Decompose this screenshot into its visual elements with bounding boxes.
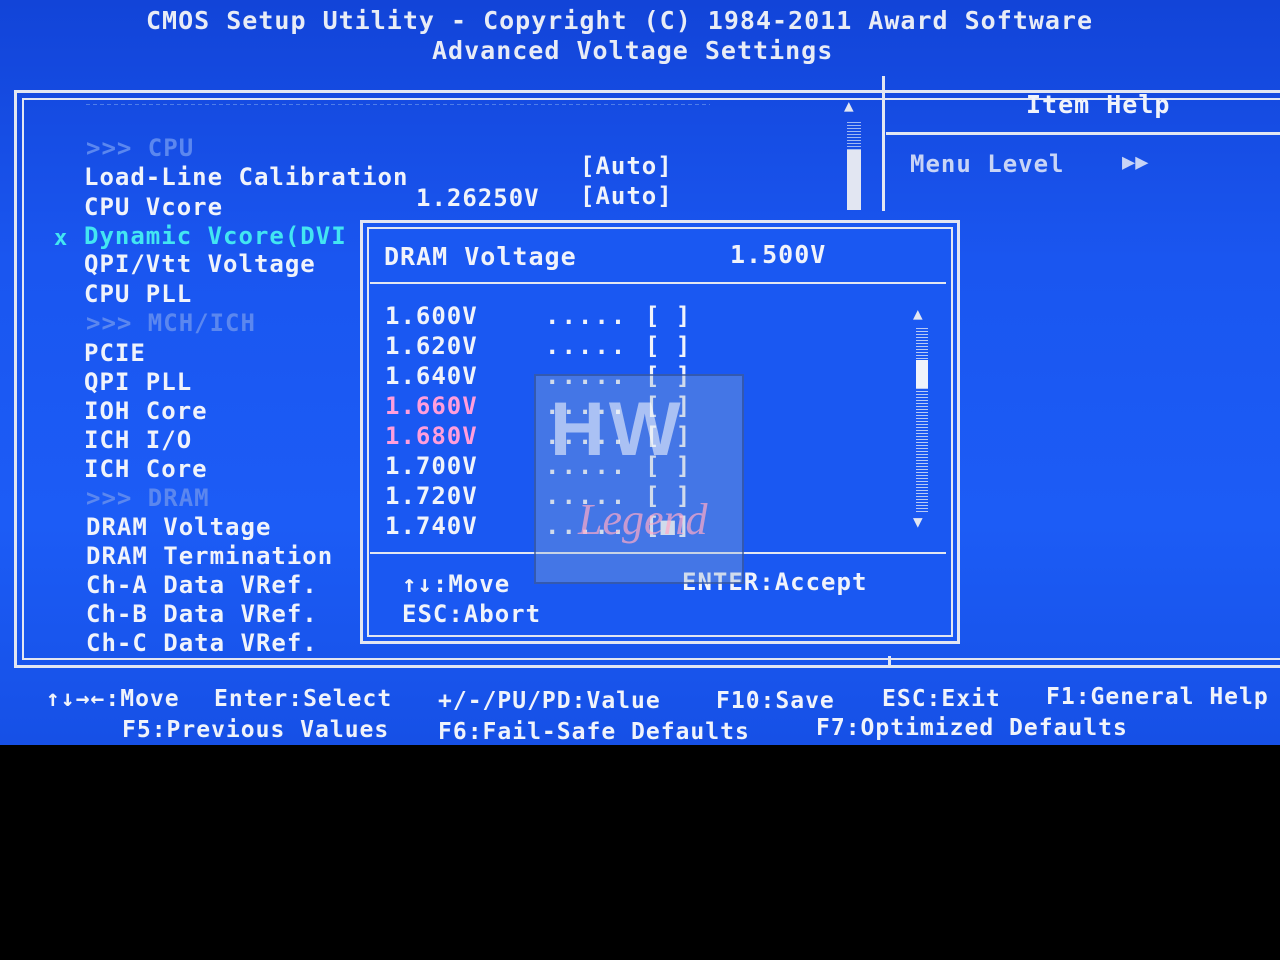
- footer-previous-values: F5:Previous Values: [122, 717, 390, 743]
- option-checkbox[interactable]: [ ]: [645, 302, 691, 330]
- footer-select: Enter:Select: [214, 686, 393, 712]
- footer-exit: ESC:Exit: [882, 686, 1001, 712]
- option-value: 1.660V: [385, 392, 478, 420]
- menu-level-label: Menu Level: [910, 150, 1065, 178]
- dialog-scroll-down-icon[interactable]: ▼: [913, 512, 923, 531]
- dialog-current-value: 1.500V: [730, 240, 827, 269]
- footer-optimized: F7:Optimized Defaults: [816, 715, 1128, 741]
- dialog-scrollbar[interactable]: [916, 328, 928, 512]
- help-title-divider: [886, 132, 1280, 135]
- menu-item-pcie[interactable]: PCIE: [84, 339, 146, 367]
- load-line-value[interactable]: [Auto]: [580, 152, 673, 180]
- option-value: 1.700V: [385, 452, 478, 480]
- help-divider: [882, 76, 885, 211]
- menu-item-chb-data-vref[interactable]: Ch-B Data VRef.: [86, 600, 318, 628]
- footer-value: +/-/PU/PD:Value: [438, 688, 661, 714]
- menu-item-ich-core[interactable]: ICH Core: [84, 455, 208, 483]
- menu-item-chc-data-vref[interactable]: Ch-C Data VRef.: [86, 629, 318, 657]
- section-mch-ich: >>> MCH/ICH: [86, 309, 256, 337]
- option-value: 1.740V: [385, 512, 478, 540]
- menu-item-cpu-pll[interactable]: CPU PLL: [84, 280, 192, 308]
- option-value: 1.600V: [385, 302, 478, 330]
- menu-item-ich-io[interactable]: ICH I/O: [84, 426, 192, 454]
- option-dots: .....: [545, 302, 628, 330]
- footer-save: F10:Save: [716, 688, 835, 714]
- bios-screen: CMOS Setup Utility - Copyright (C) 1984-…: [0, 0, 1280, 745]
- menu-scroll-thumb[interactable]: [847, 150, 861, 210]
- section-dram: >>> DRAM: [86, 484, 210, 512]
- menu-item-dram-termination[interactable]: DRAM Termination: [86, 542, 333, 570]
- menu-top-separator: [86, 104, 710, 105]
- menu-item-cha-data-vref[interactable]: Ch-A Data VRef.: [86, 571, 318, 599]
- menu-item-cpu-vcore[interactable]: CPU Vcore: [84, 193, 223, 221]
- menu-scrollbar[interactable]: [847, 122, 861, 210]
- menu-item-ioh-core[interactable]: IOH Core: [84, 397, 208, 425]
- menu-level-arrows-icon: ▶▶: [1122, 150, 1149, 175]
- hwlegend-watermark: HW Legend: [534, 374, 744, 584]
- option-value: 1.720V: [385, 482, 478, 510]
- menu-item-qpi-pll[interactable]: QPI PLL: [84, 368, 192, 396]
- menu-item-dram-voltage[interactable]: DRAM Voltage: [86, 513, 271, 541]
- footer-fail-safe: F6:Fail-Safe Defaults: [438, 719, 750, 745]
- section-cpu: >>> CPU: [86, 134, 195, 162]
- option-1620[interactable]: 1.620V..... [ ]: [385, 332, 691, 360]
- frame-tick: [888, 656, 891, 668]
- cpu-vcore-value[interactable]: [Auto]: [580, 182, 673, 210]
- menu-scroll-up-icon[interactable]: ▲: [844, 96, 854, 115]
- page-title: Advanced Voltage Settings: [432, 36, 834, 65]
- item-help-title: Item Help: [1026, 90, 1171, 119]
- selected-marker-icon: x: [54, 226, 68, 251]
- key-abort-hint: ESC:Abort: [402, 600, 542, 628]
- option-dots: .....: [545, 332, 628, 360]
- option-value: 1.640V: [385, 362, 478, 390]
- dialog-scroll-thumb[interactable]: [916, 360, 928, 388]
- option-value: 1.620V: [385, 332, 478, 360]
- key-move-hint: ↑↓:Move: [402, 570, 511, 598]
- header-copyright: CMOS Setup Utility - Copyright (C) 1984-…: [146, 6, 1094, 35]
- watermark-logo-top: HW: [550, 387, 685, 472]
- watermark-logo-bottom: Legend: [578, 495, 708, 544]
- menu-item-dynamic-vcore[interactable]: Dynamic Vcore(DVI: [84, 222, 347, 250]
- dialog-scroll-up-icon[interactable]: ▲: [913, 304, 923, 323]
- menu-item-load-line-calibration[interactable]: Load-Line Calibration: [84, 163, 408, 191]
- footer-general-help: F1:General Help: [1046, 684, 1269, 710]
- menu-item-qpi-vtt-voltage[interactable]: QPI/Vtt Voltage: [84, 250, 316, 278]
- option-value: 1.680V: [385, 422, 478, 450]
- cpu-vcore-reading: 1.26250V: [416, 184, 540, 212]
- footer-move: ↑↓→←:Move: [46, 686, 180, 712]
- option-checkbox[interactable]: [ ]: [645, 332, 691, 360]
- option-1600[interactable]: 1.600V..... [ ]: [385, 302, 691, 330]
- dialog-title: DRAM Voltage: [384, 242, 577, 271]
- dialog-title-divider: [370, 282, 946, 284]
